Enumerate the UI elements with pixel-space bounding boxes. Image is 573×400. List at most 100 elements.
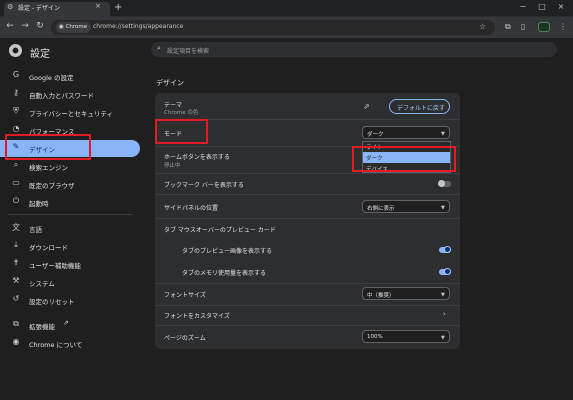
divider (155, 283, 460, 284)
divider (155, 173, 460, 174)
divider (155, 305, 460, 306)
page-zoom-value: 100% (367, 334, 383, 340)
font-size-value: 中（推奨） (367, 293, 395, 299)
settings-logo-icon (9, 44, 22, 57)
new-tab-button[interactable]: + (114, 2, 122, 14)
reset-theme-label: デフォルトに戻す (397, 105, 446, 112)
chevron-down-icon: ▼ (441, 292, 445, 298)
search-input[interactable]: 設定項目を検索 (167, 46, 209, 55)
power-icon: ⏻ (12, 196, 20, 205)
bookmarks-bar-label: ブックマーク バーを表示する (164, 182, 244, 189)
accessibility-icon: ✝ (12, 258, 20, 267)
home-button-status: 停止中 (164, 163, 181, 169)
chrome-icon: ◉ (12, 337, 20, 346)
maximize-button[interactable]: □ (535, 2, 549, 11)
side-panel-value: 右側に表示 (367, 206, 395, 212)
shield-icon: ⛨ (13, 106, 19, 115)
theme-sub: Chrome の色 (164, 110, 199, 116)
sidebar-item-default-browser[interactable]: ▭ 既定のブラウザ (0, 176, 140, 192)
sidebar-item-label: ユーザー補助機能 (29, 262, 81, 270)
open-in-new-icon[interactable]: ⇗ (363, 102, 370, 111)
sidebar-item-autofill[interactable]: ⚷ 自動入力とパスワード (0, 86, 140, 102)
toggle-knob (438, 180, 445, 187)
sidebar-item-google[interactable]: G Google の設定 (0, 68, 140, 84)
sidebar-item-languages[interactable]: 文 言語 (0, 220, 140, 236)
side-panel-label: サイドパネルの位置 (164, 205, 219, 212)
browser-icon: ▭ (12, 178, 20, 187)
highlight-box-design-nav (5, 134, 91, 160)
profile-avatar[interactable] (538, 22, 550, 32)
download-icon: ⤓ (14, 240, 18, 249)
url-text[interactable]: chrome://settings/appearance (93, 23, 183, 30)
sidebar-item-label: Chrome について (29, 341, 83, 349)
sidebar-item-label: プライバシーとセキュリティ (29, 110, 113, 118)
sidebar-item-reset[interactable]: ↺ 設定のリセット (0, 292, 140, 308)
chevron-down-icon: ▼ (441, 335, 445, 341)
sidebar-item-label: 言語 (29, 226, 42, 234)
chevron-down-icon: ▼ (441, 205, 445, 211)
side-panel-icon[interactable]: ▯ (521, 22, 525, 31)
sidebar-item-label: Google の設定 (29, 74, 74, 82)
wrench-icon: ⚒ (12, 276, 20, 285)
customize-fonts-label[interactable]: フォントをカスタマイズ (164, 311, 230, 320)
search-icon: ⌕ (157, 44, 161, 52)
sidebar-item-accessibility[interactable]: ✝ ユーザー補助機能 (0, 256, 140, 272)
sidebar-divider (8, 214, 132, 215)
highlight-box-mode-label (155, 119, 208, 144)
sidebar-item-downloads[interactable]: ⤓ ダウンロード (0, 238, 140, 254)
translate-icon: 文 (12, 223, 20, 232)
bookmark-star-icon[interactable]: ☆ (479, 22, 486, 31)
google-icon: G (12, 70, 20, 79)
back-button[interactable]: ← (4, 21, 16, 31)
sidebar-item-label: ダウンロード (29, 244, 68, 252)
toggle-knob (444, 246, 451, 253)
minimize-button[interactable]: − (516, 2, 530, 11)
highlight-box-dropdown (352, 146, 456, 172)
key-icon: ⚷ (13, 88, 19, 97)
external-link-icon: ⇗ (63, 319, 69, 327)
sidebar-item-label: 起動時 (29, 200, 49, 208)
sidebar-item-label: 設定のリセット (29, 298, 75, 306)
extensions-icon[interactable]: ⧉ (505, 22, 511, 32)
reload-button[interactable]: ↻ (34, 21, 46, 31)
page-title: デザイン (156, 79, 184, 87)
chrome-chip[interactable]: ◉ Chrome (56, 22, 92, 33)
mode-select-value: ダーク (367, 132, 384, 138)
sidebar-item-label: 検索エンジン (29, 164, 68, 172)
sidebar-item-label: 拡張機能 (29, 323, 55, 331)
reset-icon: ↺ (12, 294, 20, 303)
close-button[interactable]: × (554, 2, 568, 11)
menu-icon[interactable]: ⋮ (559, 22, 567, 31)
sidebar-item-privacy[interactable]: ⛨ プライバシーとセキュリティ (0, 104, 140, 120)
sidebar-item-search-engine[interactable]: ⌕ 検索エンジン (0, 158, 140, 174)
sidebar-item-label: 自動入力とパスワード (29, 92, 94, 100)
page-zoom-label: ページのズーム (164, 335, 206, 342)
search-icon: ⌕ (13, 160, 19, 169)
tab-preview-label: タブのプレビュー画像を表示する (182, 248, 273, 255)
sidebar-item-about-chrome[interactable]: ◉ Chrome について (0, 335, 140, 351)
tab-title: 設定 - デザイン (18, 5, 60, 12)
home-button-label: ホームボタンを表示する (164, 154, 230, 161)
tab-close-icon[interactable]: × (95, 2, 101, 10)
divider (155, 194, 460, 195)
settings-search[interactable] (151, 42, 557, 57)
sidebar-item-label: システム (29, 280, 55, 288)
sidebar-item-system[interactable]: ⚒ システム (0, 274, 140, 290)
tab-memory-label: タブのメモリ使用量を表示する (182, 270, 267, 277)
chevron-down-icon: ▼ (441, 131, 445, 137)
divider (155, 218, 460, 219)
settings-title: 設定 (30, 49, 50, 60)
divider (155, 325, 460, 326)
extension-icon: ⧉ (13, 319, 19, 328)
forward-button[interactable]: → (19, 21, 31, 31)
toggle-knob (444, 268, 451, 275)
gear-icon: ⚙ (7, 3, 14, 11)
chevron-right-icon[interactable]: › (443, 310, 446, 318)
sidebar-item-on-startup[interactable]: ⏻ 起動時 (0, 194, 140, 210)
font-size-label: フォントサイズ (164, 292, 206, 299)
sidebar-item-label: 既定のブラウザ (29, 182, 75, 190)
speedometer-icon: ◔ (12, 124, 20, 133)
sidebar-item-extensions[interactable]: ⧉ 拡張機能 ⇗ (0, 317, 140, 333)
chip-label: Chrome (65, 24, 88, 30)
tab-hover-label: タブ マウスオーバーのプレビュー カード (164, 227, 276, 234)
